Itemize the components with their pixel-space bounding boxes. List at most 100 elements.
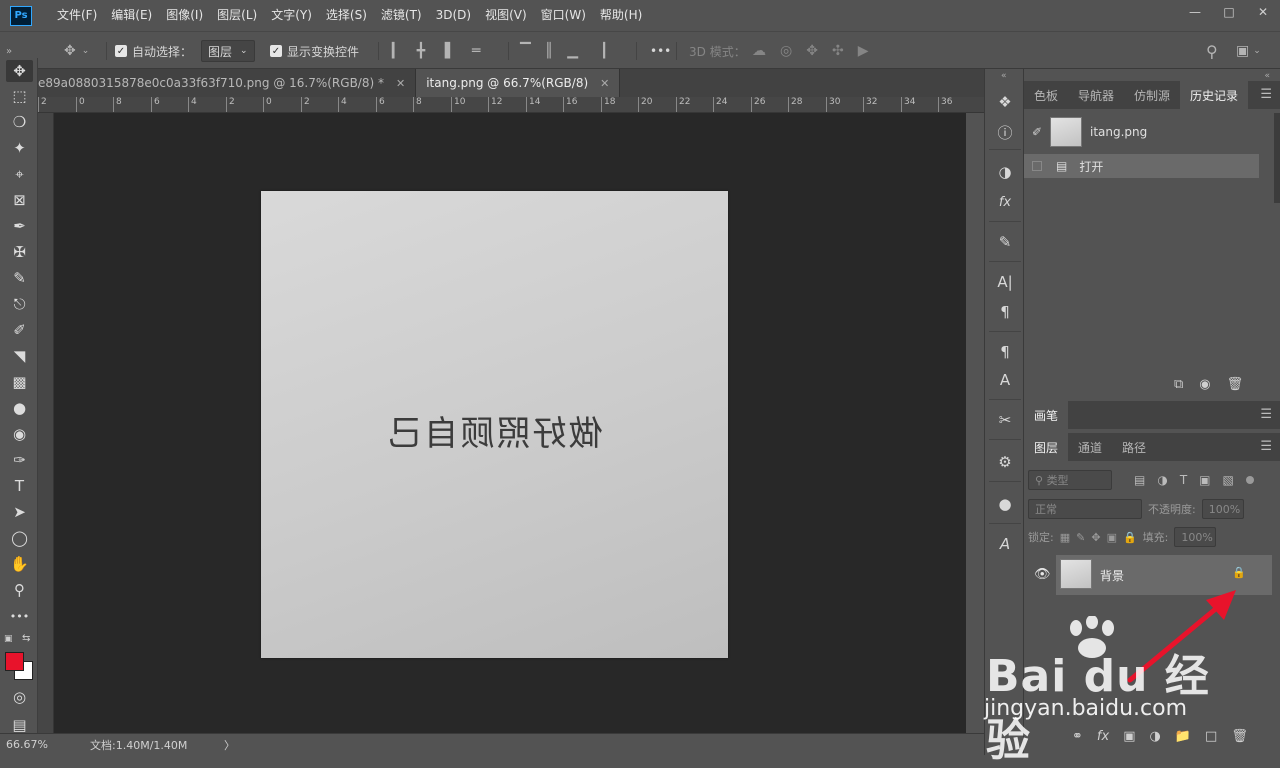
fill-field[interactable]: 100% [1174,527,1217,547]
history-brush-source-icon[interactable]: ✐ [1024,125,1050,139]
lock-icon[interactable]: 🔒 [1232,566,1246,579]
adjustments-icon[interactable]: ◑ [993,161,1017,183]
filter-adjustment-icon[interactable]: ◑ [1157,473,1167,487]
zoom-level[interactable]: 66.67% [6,738,86,751]
close-icon[interactable]: ✕ [396,77,405,90]
type-tool-icon[interactable]: T [6,475,33,497]
paragraph-icon[interactable]: ¶ [993,301,1017,323]
tab-swatches[interactable]: 色板 [1024,81,1068,109]
distribute-v-icon[interactable]: ┃ [600,43,608,59]
layer-mask-icon[interactable]: ▣ [1123,729,1135,744]
menu-file[interactable]: 文件(F) [50,0,104,31]
history-state-open[interactable]: ▤ 打开 [1024,154,1259,178]
collapse-icon[interactable]: « [1264,71,1270,81]
eye-visibility-icon[interactable]: 👁 [1034,567,1051,582]
lock-position-icon[interactable]: ✥ [1091,531,1100,544]
move-tool-icon[interactable]: ✥ [6,60,33,82]
foreground-color-swatch[interactable] [5,652,24,671]
tool-presets-icon[interactable]: ✂ [993,409,1017,431]
libraries-icon[interactable]: ● [993,493,1017,515]
tab-navigator[interactable]: 导航器 [1068,81,1124,109]
more-options-button[interactable]: ••• [650,32,671,70]
new-document-from-state-icon[interactable]: ⧉ [1174,377,1183,392]
search-icon[interactable]: ⚲ [1206,32,1218,70]
info-icon[interactable]: ⓘ [993,121,1017,143]
styles-fx-icon[interactable]: fx [993,191,1017,213]
glyphs-icon[interactable]: A [993,533,1017,555]
pen-tool-icon[interactable]: ✑ [6,449,33,471]
eyedropper-tool-icon[interactable]: ✒ [6,215,33,237]
workspace-icon[interactable]: ▣ ⌄ [1236,32,1261,70]
align-left-icon[interactable]: ▎ [392,43,403,59]
path-selection-tool-icon[interactable]: ➤ [6,501,33,523]
brush-tool-icon[interactable]: ✎ [6,267,33,289]
new-group-icon[interactable]: 📁 [1175,729,1191,744]
character-icon[interactable]: A| [993,271,1017,293]
fx-icon[interactable]: fx [1097,729,1109,744]
pan-3d-icon[interactable]: ✥ [806,43,818,59]
filter-type-icon[interactable]: T [1180,473,1187,487]
roll-3d-icon[interactable]: ◎ [780,43,792,59]
tab-layers[interactable]: 图层 [1024,433,1069,461]
align-right-icon[interactable]: ▐ [439,43,450,59]
trash-icon[interactable]: 🗑 [1231,729,1248,744]
dodge-tool-icon[interactable]: ◉ [6,423,33,445]
canvas-scrollbar[interactable] [966,113,984,733]
new-layer-icon[interactable]: □ [1205,729,1217,744]
swap-colors-icon[interactable]: ⇆ [22,633,30,644]
align-top-icon[interactable]: ▔ [520,43,531,59]
opacity-field[interactable]: 100% [1201,499,1244,519]
camera-icon[interactable]: ◉ [1199,377,1210,392]
menu-help[interactable]: 帮助(H) [593,0,649,31]
slide-3d-icon[interactable]: ✣ [832,43,844,59]
lasso-tool-icon[interactable]: ❍ [6,111,33,133]
align-middle-v-icon[interactable]: ║ [545,43,553,59]
blend-mode-dropdown[interactable]: 正常 [1028,499,1142,519]
trash-icon[interactable]: 🗑 [1227,377,1244,392]
menu-type[interactable]: 文字(Y) [264,0,319,31]
minimize-button[interactable]: — [1178,0,1212,24]
character-styles-icon[interactable]: A [993,369,1017,391]
show-transform-checkbox[interactable]: ✓ 显示变换控件 [270,32,359,70]
brush-settings-icon[interactable]: ✎ [993,231,1017,253]
blur-tool-icon[interactable]: ● [6,397,33,419]
filter-shape-icon[interactable]: ▣ [1199,473,1210,487]
paragraph-styles-icon[interactable]: ¶ [993,341,1017,363]
menu-window[interactable]: 窗口(W) [534,0,593,31]
status-menu-arrow[interactable]: 〉 [224,737,235,753]
tab-brushes[interactable]: 画笔 [1024,401,1069,429]
history-brush-tool-icon[interactable]: ✐ [6,319,33,341]
move-tool-preset-picker[interactable]: ✥ ⌄ [64,32,89,70]
healing-brush-tool-icon[interactable]: ✠ [6,241,33,263]
properties-icon[interactable]: ⚙ [993,451,1017,473]
history-snapshot[interactable]: ✐ itang.png [1024,115,1259,149]
marquee-tool-icon[interactable]: ⬚ [6,85,33,107]
auto-select-checkbox[interactable]: ✓ 自动选择： [115,32,192,70]
panel-menu-icon[interactable]: ☰ [1260,407,1272,422]
lock-all-icon[interactable]: 🔒 [1123,531,1137,544]
orbit-3d-icon[interactable]: ☁ [752,43,766,59]
auto-select-dropdown[interactable]: 图层 ⌄ [201,40,255,62]
edit-toolbar-icon[interactable]: ••• [6,605,33,627]
gradient-tool-icon[interactable]: ▩ [6,371,33,393]
clone-stamp-tool-icon[interactable]: ⎋ [6,293,33,315]
menu-select[interactable]: 选择(S) [319,0,374,31]
maximize-button[interactable]: □ [1212,0,1246,24]
lock-transparent-icon[interactable]: ▦ [1060,531,1070,544]
crop-tool-icon[interactable]: ⌖ [6,163,33,185]
hand-tool-icon[interactable]: ✋ [6,553,33,575]
filter-pixel-icon[interactable]: ▤ [1134,473,1145,487]
scale-3d-icon[interactable]: ▶ [858,43,869,59]
default-colors-icon[interactable]: ▣ [4,634,13,644]
panel-menu-icon[interactable]: ☰ [1260,87,1272,102]
tab-history[interactable]: 历史记录 [1180,81,1249,109]
tab-channels[interactable]: 通道 [1068,433,1112,461]
lock-image-icon[interactable]: ✎ [1076,531,1085,544]
zoom-tool-icon[interactable]: ⚲ [6,579,33,601]
adjustment-layer-icon[interactable]: ◑ [1149,729,1160,744]
tab-clone-source[interactable]: 仿制源 [1124,81,1180,109]
menu-view[interactable]: 视图(V) [478,0,534,31]
filter-smart-object-icon[interactable]: ▧ [1223,473,1234,487]
link-layers-icon[interactable]: ⚭ [1072,729,1083,744]
menu-filter[interactable]: 滤镜(T) [374,0,429,31]
